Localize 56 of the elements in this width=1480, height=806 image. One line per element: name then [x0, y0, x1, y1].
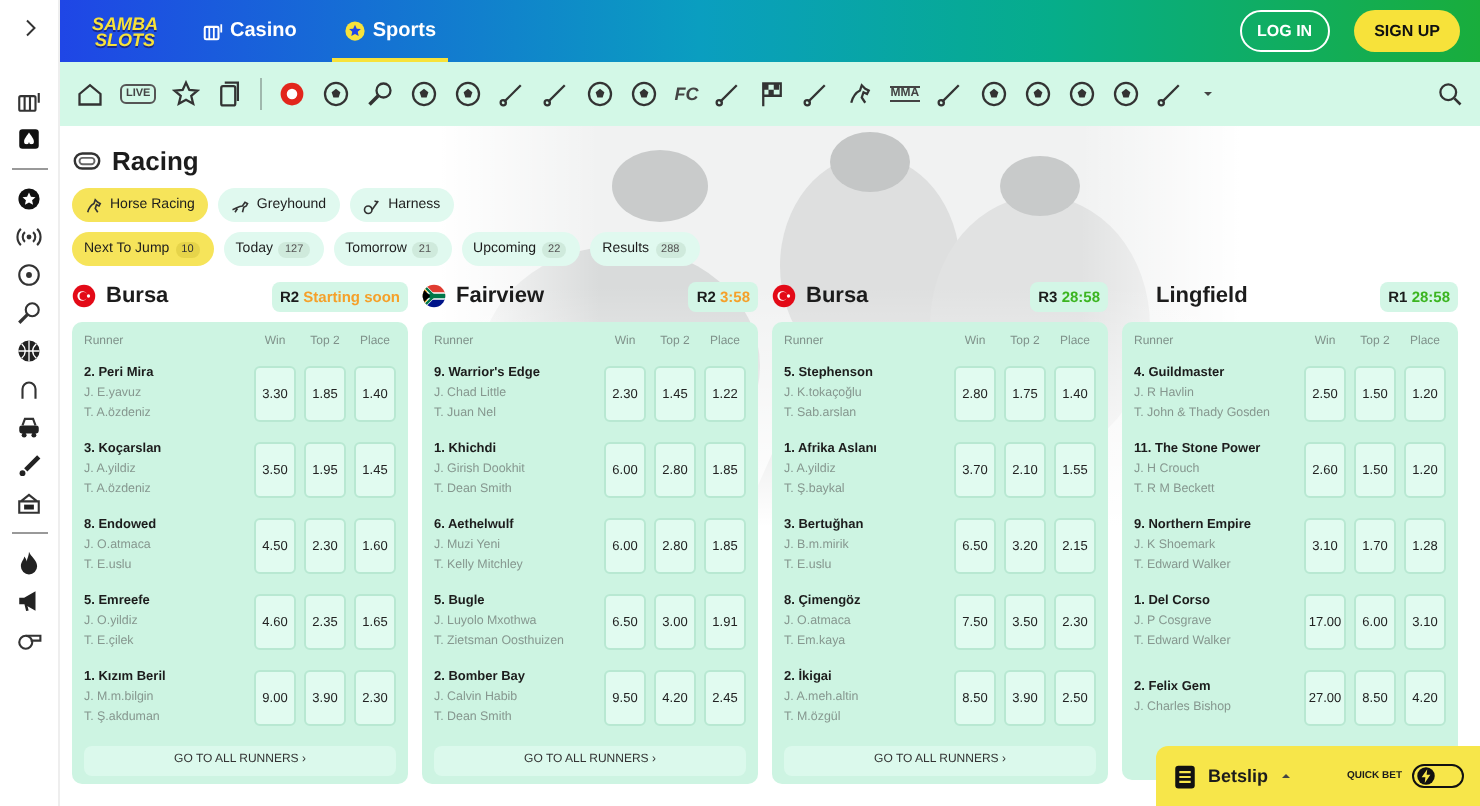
lifebuoy-icon[interactable]	[278, 80, 307, 108]
ball-icon[interactable]	[1023, 80, 1052, 108]
cricket-bat-icon[interactable]	[16, 452, 42, 478]
ball-icon[interactable]	[979, 80, 1008, 108]
target-icon[interactable]	[16, 262, 42, 288]
stick-icon[interactable]	[714, 80, 743, 108]
slot-machine-icon	[202, 20, 224, 42]
search-icon[interactable]	[1436, 80, 1464, 108]
flag-icon	[422, 284, 446, 308]
stick-icon[interactable]	[802, 80, 831, 108]
ball-icon[interactable]	[1067, 80, 1096, 108]
stick-icon[interactable]	[935, 80, 964, 108]
venue-name: Bursa	[806, 284, 871, 308]
car-icon[interactable]	[16, 414, 42, 440]
card-icon[interactable]	[16, 126, 42, 152]
venue-name: Lingfield	[1156, 284, 1250, 308]
ball-icon[interactable]	[410, 80, 439, 108]
slot-machine-icon[interactable]	[16, 88, 42, 114]
star-icon	[344, 20, 367, 42]
building-icon[interactable]	[16, 490, 42, 516]
venue-name: Bursa	[106, 284, 171, 308]
logo-text: SLOTS	[94, 31, 155, 47]
ball-icon[interactable]	[1111, 80, 1140, 108]
signup-button[interactable]: SIGN UP	[1354, 10, 1460, 52]
list-icon	[1172, 763, 1198, 789]
nav-tab[interactable]: Casino	[190, 0, 309, 62]
ball-icon[interactable]	[454, 80, 483, 108]
megaphone-icon[interactable]	[16, 588, 42, 614]
horse-icon	[84, 195, 104, 215]
stick-icon[interactable]	[498, 80, 527, 108]
flag-icon	[772, 284, 796, 308]
broadcast-icon[interactable]	[16, 224, 42, 250]
home-icon[interactable]	[76, 80, 104, 108]
flag-icon	[72, 284, 96, 308]
horse-icon[interactable]	[846, 80, 875, 108]
document-icon[interactable]	[216, 80, 245, 108]
bolt-icon	[1416, 766, 1436, 786]
logo-text: SAMBA	[92, 15, 158, 31]
basketball-icon[interactable]	[16, 338, 42, 364]
ball-icon[interactable]	[322, 80, 351, 108]
stick-icon[interactable]	[1155, 80, 1184, 108]
section-title: Racing	[112, 145, 199, 175]
ball-icon[interactable]	[630, 80, 659, 108]
quick-bet-toggle[interactable]	[1412, 764, 1464, 788]
flag-icon[interactable]	[758, 80, 787, 108]
horseshoe-icon[interactable]	[16, 376, 42, 402]
star-badge-icon[interactable]	[16, 186, 42, 212]
star-icon[interactable]	[172, 80, 201, 108]
ball-icon[interactable]	[586, 80, 615, 108]
betslip-label: Betslip	[1208, 766, 1269, 786]
venue-name: Fairview	[456, 284, 547, 308]
caret-icon[interactable]	[1199, 86, 1216, 102]
flame-icon[interactable]	[16, 550, 42, 576]
fc-label[interactable]: FC	[674, 84, 699, 104]
caret-icon	[1278, 768, 1295, 784]
stick-icon[interactable]	[542, 80, 571, 108]
